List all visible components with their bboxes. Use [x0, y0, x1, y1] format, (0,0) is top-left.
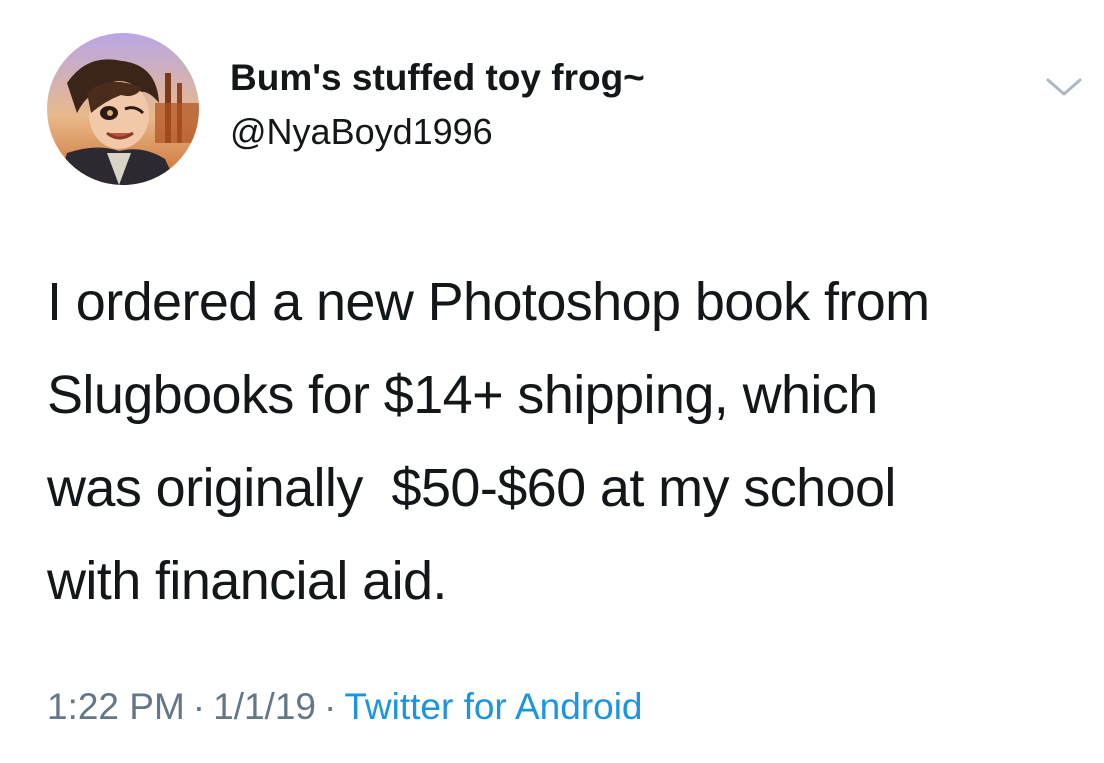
display-name[interactable]: Bum's stuffed toy frog~ — [230, 54, 645, 102]
tweet-time[interactable]: 1:22 PM — [47, 686, 185, 727]
tweet-text-line: with financial aid. — [47, 551, 447, 611]
chevron-down-icon[interactable] — [1044, 72, 1084, 102]
tweet-text-line: I ordered a new Photoshop book from — [47, 272, 930, 332]
avatar-image — [47, 33, 199, 185]
separator-dot: · — [192, 686, 206, 727]
tweet-text-line: was originally $50-$60 at my school — [47, 458, 896, 518]
tweet-date[interactable]: 1/1/19 — [213, 686, 316, 727]
user-handle[interactable]: @NyaBoyd1996 — [230, 109, 493, 155]
avatar[interactable] — [47, 33, 199, 185]
tweet-text: I ordered a new Photoshop book from Slug… — [47, 256, 1087, 628]
separator-dot: · — [324, 686, 337, 727]
tweet: Bum's stuffed toy frog~ @NyaBoyd1996 I o… — [0, 0, 1104, 763]
tweet-metadata: 1:22 PM · 1/1/19 · Twitter for Android — [47, 682, 643, 732]
tweet-text-line: Slugbooks for $14+ shipping, which — [47, 365, 878, 425]
tweet-source-link[interactable]: Twitter for Android — [344, 686, 642, 727]
